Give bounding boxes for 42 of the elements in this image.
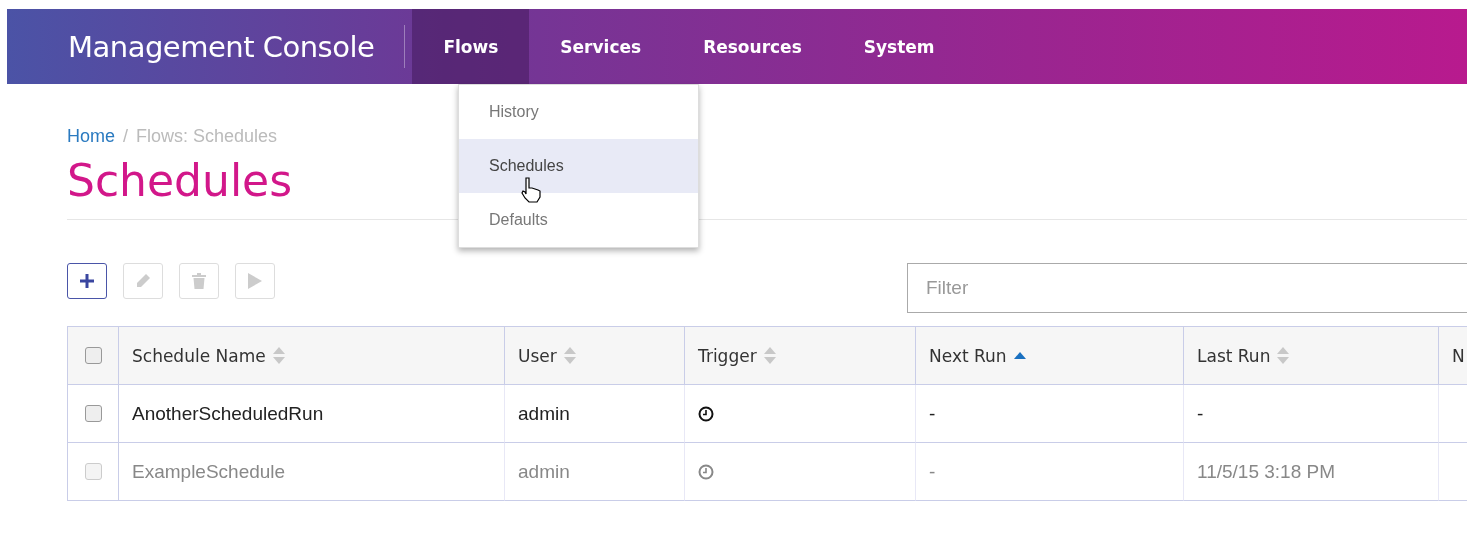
table-cell: admin (505, 443, 685, 502)
page-title: Schedules (67, 157, 293, 206)
row-checkbox[interactable] (84, 405, 102, 423)
table-cell: - (1184, 385, 1439, 444)
table-cell: admin (505, 385, 685, 444)
nav-tab[interactable]: System (832, 9, 966, 84)
pencil-icon (135, 273, 151, 290)
table-cell: - (916, 385, 1184, 444)
app-title: Management Console (67, 28, 376, 66)
column-header[interactable]: Trigger (685, 327, 916, 386)
select-all-checkbox[interactable] (84, 347, 102, 365)
sort-icon (1277, 347, 1290, 365)
menu-item[interactable]: Defaults (459, 193, 698, 247)
breadcrumb-link[interactable]: Home (67, 126, 115, 147)
nav-tab[interactable]: Resources (672, 9, 833, 84)
column-header[interactable]: Schedule Name (119, 327, 505, 386)
breadcrumb-separator: / (123, 126, 129, 147)
column-header[interactable]: Last Run (1184, 327, 1439, 386)
hand-cursor-icon (521, 177, 541, 203)
column-header[interactable]: N (1439, 327, 1467, 386)
sort-icon (272, 347, 285, 365)
nav-tab[interactable]: Services (529, 9, 673, 84)
clock-icon (698, 463, 714, 480)
plus-icon (80, 274, 94, 289)
filter-field[interactable]: Filter (907, 263, 1467, 314)
sort-ascending-icon (1013, 352, 1026, 360)
menu-item[interactable]: History (459, 85, 698, 139)
add-button[interactable] (67, 263, 107, 300)
table-cell: - (916, 443, 1184, 502)
column-header[interactable]: User (505, 327, 685, 386)
table-cell: ExampleSchedule (119, 443, 505, 502)
nav-tab[interactable]: Flows (412, 9, 530, 84)
row-checkbox[interactable] (84, 463, 102, 481)
clock-icon (698, 405, 714, 422)
table-cell: AnotherScheduledRun (119, 385, 505, 444)
breadcrumb-current: Flows: Schedules (136, 126, 278, 147)
column-header[interactable]: Next Run (916, 327, 1184, 386)
table-cell: 11/5/15 3:18 PM (1184, 443, 1439, 502)
sort-icon (563, 347, 576, 365)
trash-icon (192, 273, 206, 290)
play-icon (248, 273, 262, 290)
sort-icon (763, 347, 776, 365)
